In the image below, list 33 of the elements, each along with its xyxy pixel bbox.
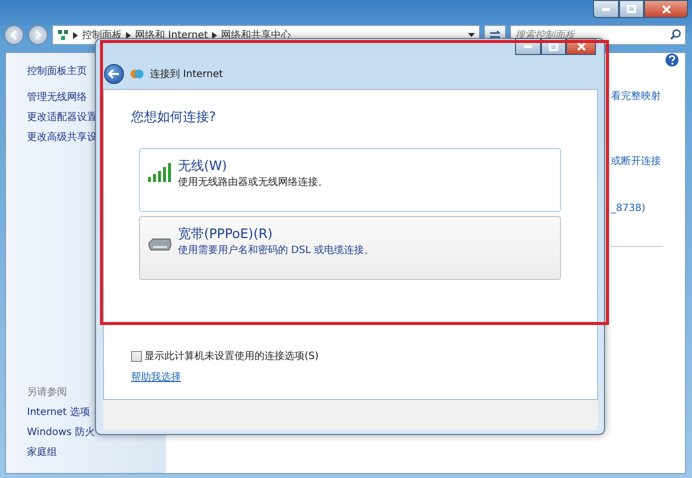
connection-option[interactable]: 宽带(PPPoE)(R) 使用需要用户名和密码的 DSL 或电缆连接。 — [139, 216, 561, 280]
chevron-icon — [126, 32, 131, 38]
close-icon — [576, 42, 586, 51]
modem-icon — [148, 236, 172, 250]
maximize-icon — [627, 5, 636, 13]
minimize-button[interactable] — [593, 0, 619, 18]
back-button[interactable] — [104, 64, 124, 84]
dialog-title: 连接到 Internet — [150, 68, 223, 82]
minimize-icon — [524, 45, 532, 48]
connection-option[interactable]: 无线(W) 使用无线路由器或无线网络连接。 — [139, 148, 561, 212]
help-link[interactable]: 帮助我选择 — [131, 370, 181, 385]
network-icon — [57, 29, 69, 41]
chevron-icon — [212, 32, 217, 38]
minimize-icon — [602, 8, 610, 10]
link-fragment[interactable]: 看完整映射 — [611, 89, 661, 104]
question-heading: 您想如何连接? — [131, 109, 217, 127]
signal-bars-icon — [148, 162, 172, 182]
link-fragment[interactable]: _8738) — [611, 201, 646, 216]
see-also-link[interactable]: 家庭组 — [27, 443, 166, 463]
close-button[interactable] — [644, 0, 688, 18]
forward-button[interactable] — [28, 25, 48, 45]
maximize-button[interactable] — [619, 0, 644, 18]
see-also-heading: 另请参阅 — [27, 386, 68, 400]
chevron-icon — [73, 32, 78, 38]
back-button[interactable] — [4, 25, 24, 45]
checkbox-label: 显示此计算机未设置使用的连接选项(S) — [144, 350, 319, 364]
back-arrow-icon — [108, 69, 120, 79]
checkbox[interactable] — [131, 351, 142, 362]
search-icon — [670, 29, 681, 40]
maximize-icon — [549, 42, 558, 50]
link-fragment[interactable]: 或断开连接 — [611, 154, 661, 169]
refresh-icon — [489, 30, 501, 40]
close-icon — [662, 4, 670, 14]
